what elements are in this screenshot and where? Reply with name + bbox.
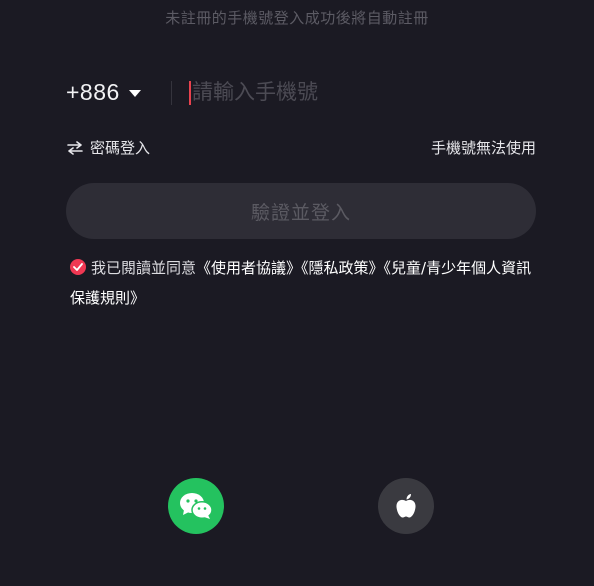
password-login-label: 密碼登入 xyxy=(90,139,151,157)
wechat-login-button[interactable] xyxy=(168,478,224,534)
country-code-selector[interactable]: +886 xyxy=(66,78,141,106)
text-cursor xyxy=(189,81,191,105)
apple-login-button[interactable] xyxy=(378,478,434,534)
privacy-policy-link[interactable]: 《隱私政策》 xyxy=(301,259,384,277)
auto-register-hint: 未註冊的手機號登入成功後將自動註冊 xyxy=(165,9,429,27)
wechat-icon xyxy=(180,493,213,519)
apple-icon xyxy=(396,494,416,518)
country-code: +886 xyxy=(66,78,120,105)
divider xyxy=(171,81,172,105)
agreement-checkbox[interactable] xyxy=(70,259,86,275)
phone-number-input[interactable] xyxy=(188,76,522,108)
agreement-prefix: 我已閱讀並同意 xyxy=(91,259,197,277)
phone-input-row: +886 xyxy=(66,72,536,112)
swap-icon xyxy=(67,140,83,155)
caret-down-icon xyxy=(128,89,141,97)
number-unavailable-link[interactable]: 手機號無法使用 xyxy=(431,137,536,158)
login-options-row: 密碼登入 手機號無法使用 xyxy=(66,137,536,159)
password-login-link[interactable]: 密碼登入 xyxy=(66,137,150,158)
agreement-text: 我已閱讀並同意《使用者協議》《隱私政策》《兒童/青少年個人資訊保護規則》 xyxy=(70,253,540,313)
checkmark-icon xyxy=(73,263,83,271)
verify-login-button[interactable]: 驗證並登入 xyxy=(66,183,536,239)
terms-of-use-link[interactable]: 《使用者協議》 xyxy=(196,259,301,277)
